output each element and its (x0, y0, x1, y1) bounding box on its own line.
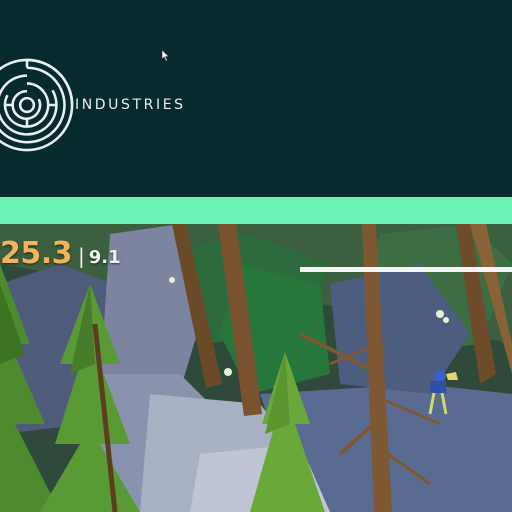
concentric-maze-logo-icon (0, 58, 74, 152)
best-time: 9.1 (88, 247, 121, 268)
progress-line (300, 267, 512, 272)
mouse-pointer-icon (162, 50, 170, 62)
current-time: 25.3 (0, 236, 73, 271)
game-viewport[interactable]: 25.3 | 9.1 (0, 224, 512, 512)
timer-hud: 25.3 | 9.1 (0, 236, 121, 276)
brand-name: INDUSTRIES (75, 97, 186, 113)
top-banner: INDUSTRIES (0, 0, 512, 197)
time-separator: | (78, 244, 85, 268)
accent-bar (0, 197, 512, 224)
